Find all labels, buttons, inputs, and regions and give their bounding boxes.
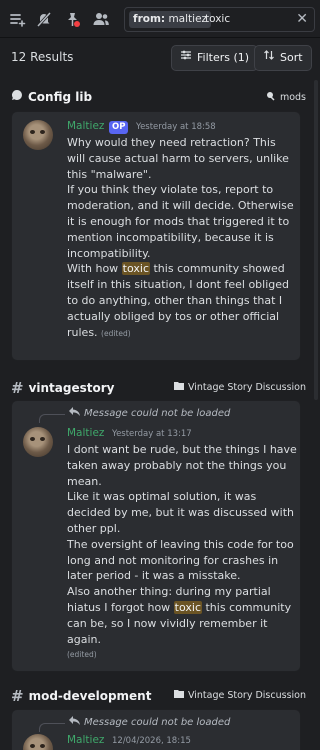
filters-label: Filters (1) [197,51,250,64]
op-badge: OP [109,121,129,134]
channel-name: # mod-development [11,687,151,705]
search-filter-chip[interactable]: from: maltiez [129,11,212,28]
server-name: Vintage Story Discussion [173,689,306,701]
result-group-header[interactable]: # mod-development Vintage Story Discussi… [0,684,320,706]
threads-icon[interactable] [8,10,26,28]
search-highlight: toxic [121,262,150,276]
edited-label: (edited) [101,328,131,338]
sliders-icon [180,46,192,70]
search-input[interactable]: toxic [205,13,230,25]
folder-icon [173,381,184,393]
sort-label: Sort [280,51,303,64]
channel-label: vintagestory [28,381,115,395]
reply-text: Message could not be loaded [84,407,231,419]
text-channel-icon: # [11,379,24,397]
channel-name: Config lib [11,89,92,104]
mute-bell-icon[interactable] [35,10,53,28]
clear-search-icon[interactable]: ✕ [296,11,308,27]
server-label: Vintage Story Discussion [187,689,306,701]
author-name[interactable]: Maltiez [67,734,104,746]
search-result-message[interactable]: Message could not be loaded Maltiez 12/0… [11,709,301,750]
result-group-header[interactable]: # vintagestory Vintage Story Discussion [0,376,320,398]
timestamp: Yesterday at 13:17 [112,429,192,439]
author-name[interactable]: Maltiez [67,120,104,132]
forum-tag: mods [266,91,306,104]
search-highlight: toxic [173,600,202,614]
reply-preview[interactable]: Message could not be loaded [69,716,230,728]
pin-icon[interactable] [63,10,81,28]
reply-connector [39,723,65,732]
avatar[interactable] [23,120,53,150]
message-text-part: I dont want be rude, but the things I ha… [67,443,297,614]
filters-button[interactable]: Filters (1) [171,45,259,71]
results-count: 12 Results [11,50,74,64]
reply-text: Message could not be loaded [84,716,231,728]
reply-preview[interactable]: Message could not be loaded [69,407,230,419]
search-result-message[interactable]: Message could not be loaded Maltiez Yest… [11,400,301,672]
server-name: Vintage Story Discussion [173,381,306,393]
scrollbar[interactable] [314,80,318,400]
folder-icon [173,689,184,701]
reply-connector [39,414,65,423]
reply-arrow-icon [69,407,80,419]
chip-value: maltiez [168,13,208,25]
channel-label: mod-development [28,689,152,703]
members-icon[interactable] [92,10,110,28]
sort-button[interactable]: Sort [254,45,312,71]
search-result-message[interactable]: Maltiez OP Yesterday at 18:58 Why would … [11,111,301,361]
avatar[interactable] [23,427,53,457]
results-bar: 12 Results Filters (1) Sort [0,38,320,78]
sort-arrows-icon [263,46,275,70]
forum-bubble-icon [11,89,23,104]
tag-icon [266,91,276,104]
server-label: Vintage Story Discussion [187,381,306,393]
channel-name: # vintagestory [11,379,114,397]
message-text: I dont want be rude, but the things I ha… [67,442,297,647]
author-name[interactable]: Maltiez [67,427,104,439]
text-channel-icon: # [11,687,24,705]
message-text-part: Why would they need retraction? This wil… [67,136,294,276]
avatar[interactable] [23,734,53,750]
timestamp: Yesterday at 18:58 [136,122,216,132]
forum-tag-label: mods [279,92,306,103]
timestamp: 12/04/2026, 18:15 [112,736,191,746]
message-text: Why would they need retraction? This wil… [67,135,297,341]
reply-arrow-icon [69,716,80,728]
channel-label: Config lib [28,89,93,104]
top-toolbar: from: maltiez toxic ✕ [0,0,320,38]
chip-key: from: [133,13,166,25]
edited-label: (edited) [67,650,97,659]
result-group-header[interactable]: Config lib mods [0,86,320,108]
search-box[interactable]: from: maltiez toxic ✕ [124,7,315,32]
